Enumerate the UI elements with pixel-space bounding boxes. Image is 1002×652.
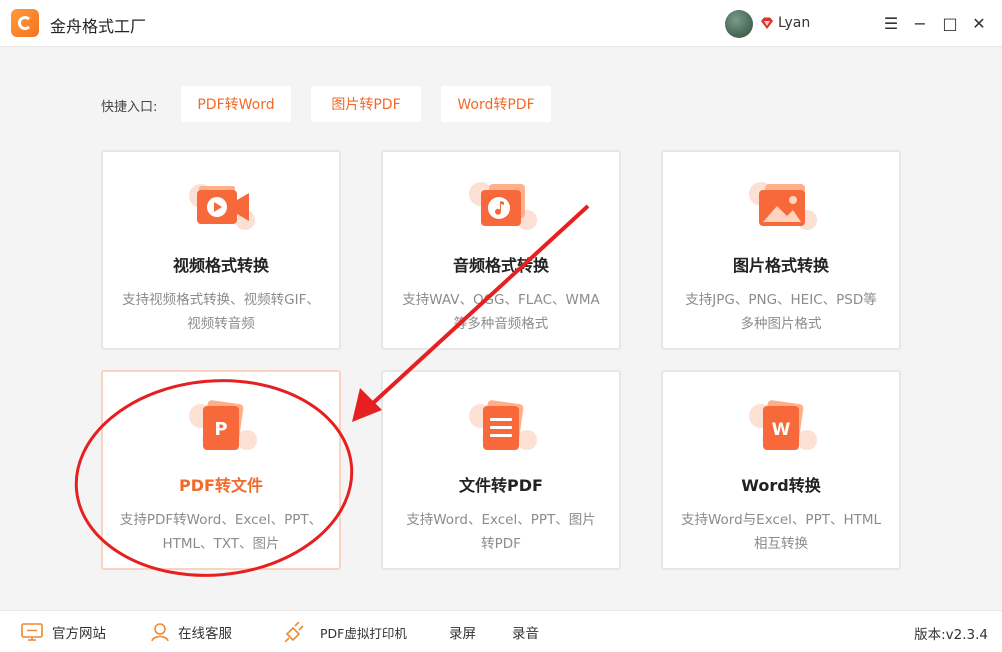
- quick-pdf-to-word-button[interactable]: PDF转Word: [181, 86, 291, 122]
- card-file-to-pdf[interactable]: 文件转PDF 支持Word、Excel、PPT、图片 转PDF: [381, 370, 621, 570]
- card-image-convert[interactable]: 图片格式转换 支持JPG、PNG、HEIC、PSD等 多种图片格式: [661, 150, 901, 350]
- record-screen-link[interactable]: 录屏: [449, 622, 476, 642]
- online-support-link[interactable]: 在线客服: [150, 622, 232, 642]
- svg-text:W: W: [772, 420, 791, 440]
- card-title: Word转换: [741, 476, 821, 495]
- document-icon: [469, 400, 537, 450]
- card-description: 支持视频格式转换、视频转GIF、 视频转音频: [122, 292, 320, 332]
- card-word-convert[interactable]: W Word转换 支持Word与Excel、PPT、HTML 相互转换: [661, 370, 901, 570]
- card-title: 视频格式转换: [172, 256, 269, 275]
- annotation-arrow-head: [352, 388, 382, 422]
- bottom-bar: 官方网站 在线客服 PDF虚拟打印机 录屏 录音 版本:v2.3.4: [0, 610, 1002, 652]
- quick-access-label: 快捷入口:: [101, 100, 158, 115]
- official-website-label: 官方网站: [52, 626, 106, 642]
- svg-text:P: P: [214, 419, 227, 440]
- pdf-p-icon: P: [189, 400, 257, 450]
- card-title: 文件转PDF: [459, 476, 543, 495]
- menu-button[interactable]: ☰: [880, 12, 902, 34]
- image-icon: [749, 182, 817, 230]
- close-button[interactable]: ✕: [968, 12, 990, 34]
- pdf-virtual-printer-link[interactable]: PDF虚拟打印机: [284, 622, 407, 642]
- card-description: 支持Word、Excel、PPT、图片 转PDF: [406, 512, 596, 552]
- customer-service-icon: [151, 623, 169, 642]
- username[interactable]: Lyan: [778, 15, 810, 31]
- user-avatar[interactable]: [725, 10, 753, 38]
- title-bar: 金舟格式工厂 Lyan ☰ − □ ✕: [0, 0, 1002, 47]
- maximize-button[interactable]: □: [939, 12, 961, 34]
- official-website-link[interactable]: 官方网站: [20, 622, 106, 642]
- vip-diamond-icon: [761, 17, 773, 29]
- online-support-label: 在线客服: [178, 626, 232, 642]
- card-pdf-to-file[interactable]: P PDF转文件 支持PDF转Word、Excel、PPT、 HTML、TXT、图…: [101, 370, 341, 570]
- app-title: 金舟格式工厂: [50, 17, 147, 36]
- version-label: 版本:v2.3.4: [914, 627, 988, 643]
- card-description: 支持PDF转Word、Excel、PPT、 HTML、TXT、图片: [119, 512, 323, 552]
- word-w-icon: W: [749, 400, 817, 450]
- card-title: 音频格式转换: [452, 256, 549, 275]
- app-logo-icon: [11, 9, 39, 37]
- card-description: 支持WAV、OGG、FLAC、WMA 等多种音频格式: [402, 292, 600, 332]
- monitor-icon: [21, 623, 43, 641]
- record-audio-link[interactable]: 录音: [512, 622, 539, 642]
- minimize-button[interactable]: −: [909, 12, 931, 34]
- printer-plug-icon: [284, 622, 304, 642]
- card-video-convert[interactable]: 视频格式转换 支持视频格式转换、视频转GIF、 视频转音频: [101, 150, 341, 350]
- audio-icon: [469, 182, 537, 230]
- pdf-virtual-printer-label: PDF虚拟打印机: [320, 625, 407, 641]
- card-description: 支持Word与Excel、PPT、HTML 相互转换: [680, 512, 882, 552]
- video-icon: [189, 184, 255, 230]
- quick-word-to-pdf-button[interactable]: Word转PDF: [441, 86, 551, 122]
- card-audio-convert[interactable]: 音频格式转换 支持WAV、OGG、FLAC、WMA 等多种音频格式: [381, 150, 621, 350]
- card-title: PDF转文件: [179, 476, 263, 495]
- card-title: 图片格式转换: [732, 256, 829, 275]
- card-description: 支持JPG、PNG、HEIC、PSD等 多种图片格式: [685, 292, 877, 332]
- quick-image-to-pdf-button[interactable]: 图片转PDF: [311, 86, 421, 122]
